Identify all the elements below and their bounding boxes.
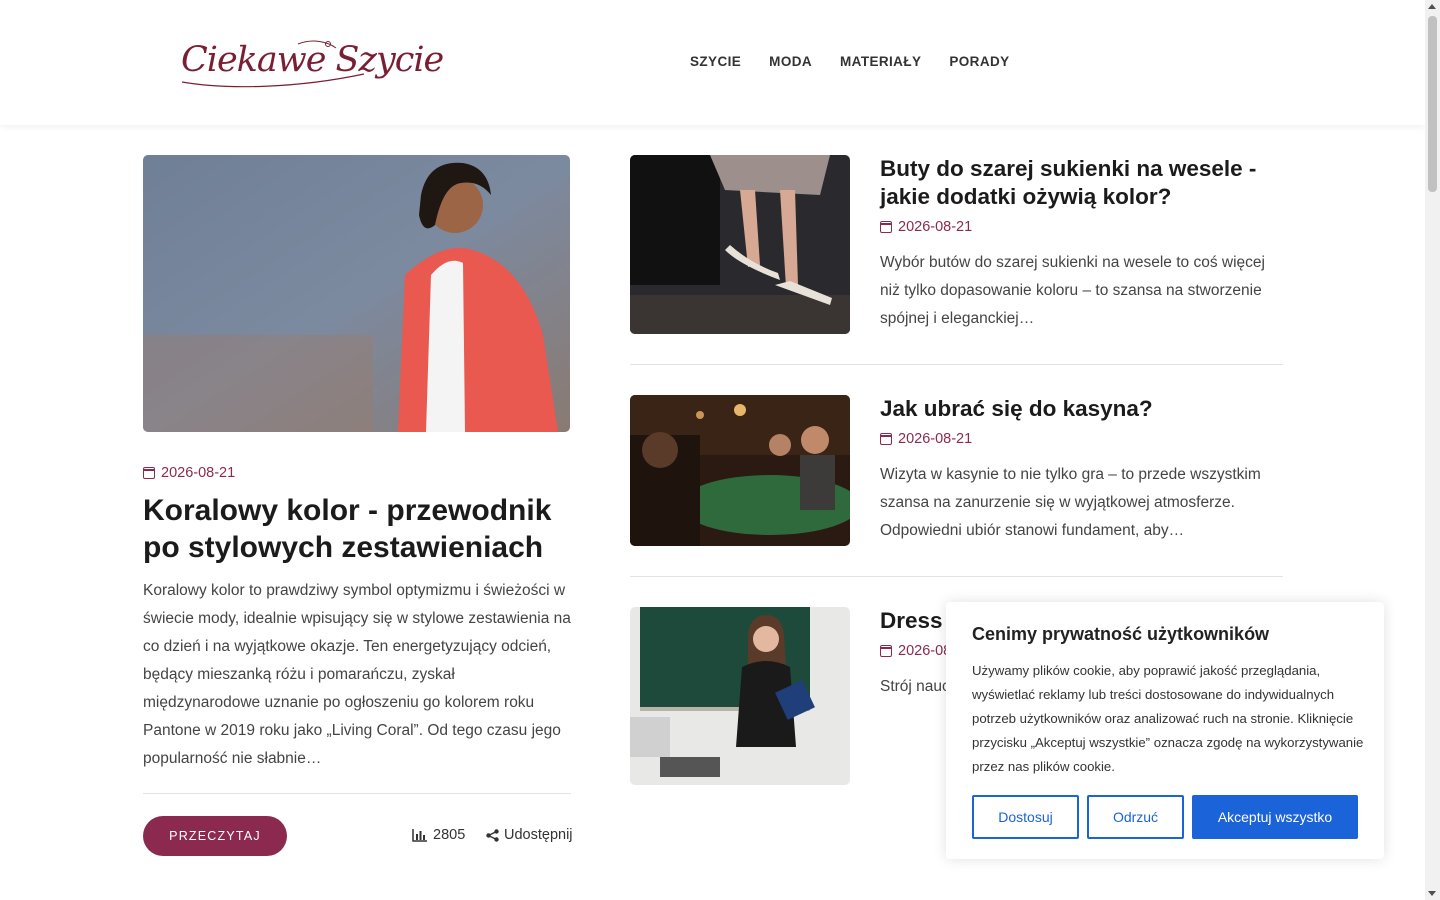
- article-date-text: 2026-08-21: [898, 431, 973, 447]
- article-excerpt: Wybór butów do szarej sukienki na wesele…: [880, 254, 1265, 327]
- article-divider: [630, 576, 1283, 577]
- article-image[interactable]: [630, 395, 850, 546]
- bar-chart-icon: [412, 828, 427, 842]
- page-scrollbar[interactable]: [1425, 0, 1440, 900]
- views-count: 2805: [412, 827, 465, 843]
- accept-all-button[interactable]: Akceptuj wszystko: [1192, 795, 1358, 839]
- logo-text: Ciekawe Szycie: [181, 40, 444, 80]
- cookie-title: Cenimy prywatność użytkowników: [972, 624, 1270, 644]
- share-icon: [486, 828, 499, 842]
- featured-divider: [143, 793, 571, 794]
- reject-button[interactable]: Odrzuć: [1087, 795, 1184, 839]
- featured-excerpt: Koralowy kolor to prawdziwy symbol optym…: [143, 582, 571, 767]
- read-more-button[interactable]: PRZECZYTAJ: [143, 816, 287, 856]
- article-divider: [630, 364, 1283, 365]
- cookie-consent-dialog: Cenimy prywatność użytkowników Używamy p…: [946, 602, 1384, 859]
- article-date: 2026-08-21: [880, 431, 1285, 447]
- site-logo[interactable]: Ciekawe Szycie: [178, 34, 444, 92]
- calendar-icon: [880, 221, 892, 233]
- article-image[interactable]: [630, 607, 850, 785]
- article-item: Jak ubrać się do kasyna? 2026-08-21 Wizy…: [630, 395, 1283, 547]
- article-title[interactable]: Jak ubrać się do kasyna?: [880, 395, 1285, 423]
- calendar-icon: [880, 433, 892, 445]
- customize-button[interactable]: Dostosuj: [972, 795, 1079, 839]
- featured-title[interactable]: Koralowy kolor - przewodnik po stylowych…: [143, 492, 583, 566]
- article-item: Buty do szarej sukienki na wesele - jaki…: [630, 155, 1283, 335]
- article-date-text: 2026-08-21: [898, 219, 973, 235]
- nav-item-porady[interactable]: PORADY: [949, 54, 1009, 69]
- featured-date-text: 2026-08-21: [161, 465, 236, 481]
- share-button[interactable]: Udostępnij: [486, 827, 573, 843]
- article-image[interactable]: [630, 155, 850, 334]
- scroll-thumb[interactable]: [1428, 16, 1437, 192]
- main-nav: SZYCIE MODA MATERIAŁY PORADY: [690, 54, 1010, 69]
- scroll-up-icon[interactable]: [1428, 4, 1436, 9]
- cookie-text: Używamy plików cookie, aby poprawić jako…: [972, 663, 1364, 774]
- article-text: Jak ubrać się do kasyna? 2026-08-21 Wizy…: [880, 395, 1285, 545]
- nav-item-szycie[interactable]: SZYCIE: [690, 54, 741, 69]
- nav-item-materialy[interactable]: MATERIAŁY: [840, 54, 921, 69]
- featured-image[interactable]: [143, 155, 570, 432]
- share-label: Udostępnij: [504, 827, 573, 843]
- article-date: 2026-08-21: [880, 219, 1285, 235]
- views-count-text: 2805: [433, 827, 466, 843]
- scroll-down-icon[interactable]: [1428, 891, 1436, 896]
- calendar-icon: [143, 467, 155, 479]
- calendar-icon: [880, 645, 892, 657]
- article-text: Buty do szarej sukienki na wesele - jaki…: [880, 155, 1285, 333]
- featured-date: 2026-08-21: [143, 465, 235, 481]
- article-title[interactable]: Buty do szarej sukienki na wesele - jaki…: [880, 155, 1285, 211]
- nav-item-moda[interactable]: MODA: [769, 54, 812, 69]
- site-header: Ciekawe Szycie SZYCIE MODA MATERIAŁY POR…: [0, 0, 1425, 125]
- article-date-text: 2026-08: [898, 643, 952, 659]
- article-excerpt: Wizyta w kasynie to nie tylko gra – to p…: [880, 466, 1261, 539]
